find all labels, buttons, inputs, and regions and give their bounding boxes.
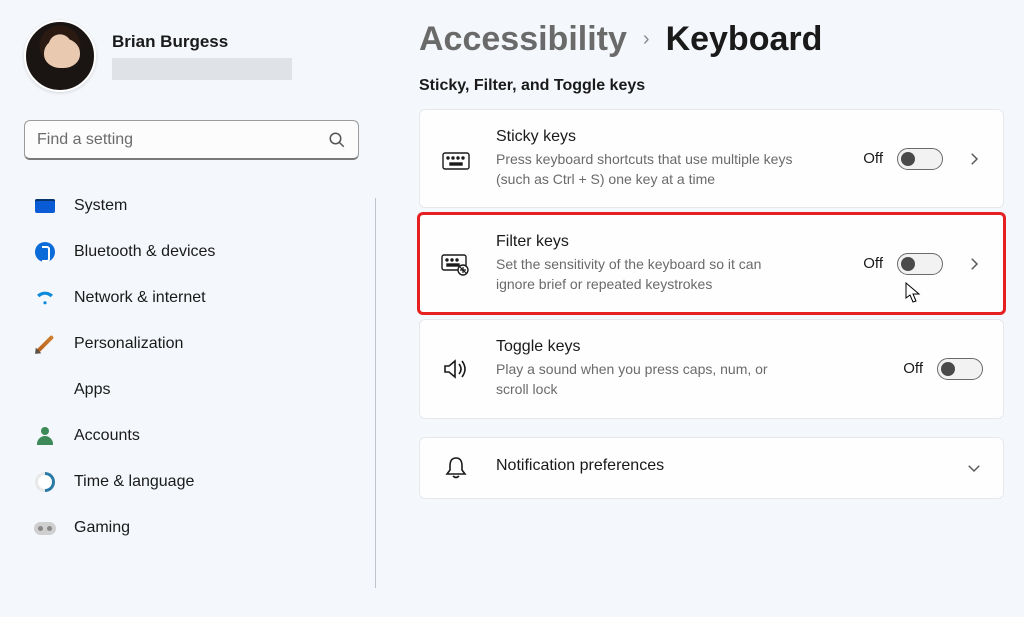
person-icon bbox=[34, 425, 56, 447]
card-title: Sticky keys bbox=[496, 128, 796, 146]
card-description: Set the sensitivity of the keyboard so i… bbox=[496, 255, 796, 294]
nav-label: Accounts bbox=[74, 427, 140, 445]
toggle-switch[interactable] bbox=[897, 253, 943, 275]
chevron-right-icon: › bbox=[643, 28, 650, 51]
search-input[interactable] bbox=[37, 131, 328, 149]
breadcrumb: Accessibility › Keyboard bbox=[419, 20, 1004, 59]
card-description: Press keyboard shortcuts that use multip… bbox=[496, 150, 796, 189]
nav-label: Bluetooth & devices bbox=[74, 243, 215, 261]
profile-name: Brian Burgess bbox=[112, 32, 292, 52]
keyboard-icon bbox=[440, 148, 472, 170]
globe-clock-icon bbox=[34, 471, 56, 493]
gamepad-icon bbox=[34, 517, 56, 539]
speaker-icon bbox=[440, 358, 472, 380]
nav-label: Gaming bbox=[74, 519, 130, 537]
nav-item-bluetooth[interactable]: Bluetooth & devices bbox=[24, 230, 357, 274]
toggle-state-label: Off bbox=[863, 150, 883, 167]
avatar bbox=[24, 20, 96, 92]
nav-label: System bbox=[74, 197, 127, 215]
keyboard-filter-icon bbox=[440, 252, 472, 276]
nav-list: System Bluetooth & devices Network & int… bbox=[24, 184, 357, 550]
system-icon bbox=[34, 195, 56, 217]
profile-block[interactable]: Brian Burgess bbox=[24, 20, 357, 92]
search-icon bbox=[328, 131, 346, 149]
toggle-switch[interactable] bbox=[897, 148, 943, 170]
section-heading: Sticky, Filter, and Toggle keys bbox=[419, 77, 1004, 95]
search-box[interactable] bbox=[24, 120, 359, 160]
setting-card-notification-preferences[interactable]: Notification preferences bbox=[419, 437, 1004, 499]
main-content: Accessibility › Keyboard Sticky, Filter,… bbox=[375, 0, 1024, 617]
card-description: Play a sound when you press caps, num, o… bbox=[496, 360, 796, 399]
paintbrush-icon bbox=[34, 333, 56, 355]
profile-email-redacted bbox=[112, 58, 292, 80]
nav-item-system[interactable]: System bbox=[24, 184, 357, 228]
toggle-state-label: Off bbox=[903, 360, 923, 377]
nav-label: Personalization bbox=[74, 335, 183, 353]
nav-item-time-language[interactable]: Time & language bbox=[24, 460, 357, 504]
nav-item-personalization[interactable]: Personalization bbox=[24, 322, 357, 366]
mouse-cursor-icon bbox=[905, 282, 921, 304]
bell-icon bbox=[440, 456, 472, 480]
setting-card-filter-keys[interactable]: Filter keys Set the sensitivity of the k… bbox=[419, 214, 1004, 313]
expand-chevron-icon[interactable] bbox=[965, 150, 983, 168]
expand-chevron-icon[interactable] bbox=[965, 255, 983, 273]
nav-item-gaming[interactable]: Gaming bbox=[24, 506, 357, 550]
card-title: Toggle keys bbox=[496, 338, 796, 356]
vertical-divider bbox=[375, 198, 376, 588]
toggle-switch[interactable] bbox=[937, 358, 983, 380]
setting-card-sticky-keys[interactable]: Sticky keys Press keyboard shortcuts tha… bbox=[419, 109, 1004, 208]
setting-card-toggle-keys[interactable]: Toggle keys Play a sound when you press … bbox=[419, 319, 1004, 418]
apps-icon bbox=[34, 379, 56, 401]
bluetooth-icon bbox=[34, 241, 56, 263]
wifi-icon bbox=[34, 287, 56, 309]
nav-item-network[interactable]: Network & internet bbox=[24, 276, 357, 320]
expand-chevron-down-icon[interactable] bbox=[965, 459, 983, 477]
toggle-state-label: Off bbox=[863, 255, 883, 272]
nav-label: Time & language bbox=[74, 473, 194, 491]
nav-label: Apps bbox=[74, 381, 110, 399]
card-title: Filter keys bbox=[496, 233, 796, 251]
breadcrumb-parent[interactable]: Accessibility bbox=[419, 20, 627, 59]
nav-item-accounts[interactable]: Accounts bbox=[24, 414, 357, 458]
nav-label: Network & internet bbox=[74, 289, 206, 307]
page-title: Keyboard bbox=[666, 20, 823, 59]
card-title: Notification preferences bbox=[496, 457, 941, 475]
nav-item-apps[interactable]: Apps bbox=[24, 368, 357, 412]
sidebar: Brian Burgess System Bluetooth & devices… bbox=[0, 0, 375, 617]
